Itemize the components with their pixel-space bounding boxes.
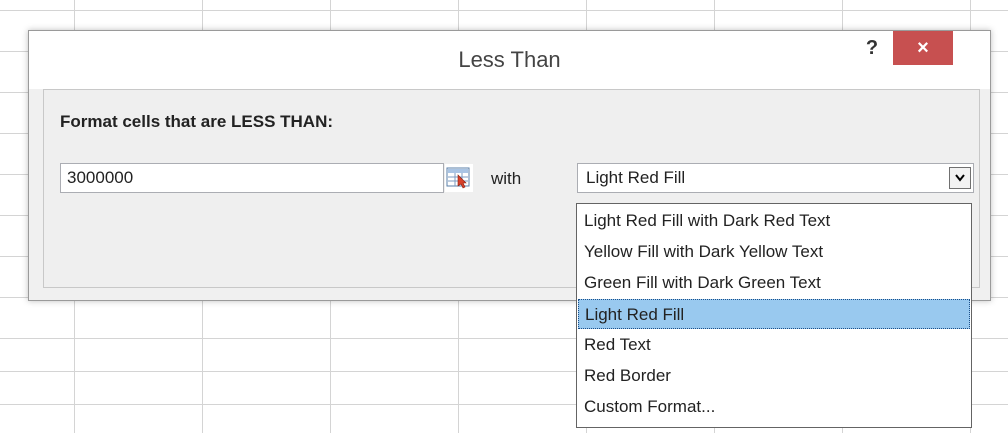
format-selected-value: Light Red Fill (586, 168, 686, 187)
close-button[interactable]: × (893, 31, 953, 65)
rule-prompt-label: Format cells that are LESS THAN: (60, 112, 334, 131)
format-options-dropdown: Light Red Fill with Dark Red Text Yellow… (576, 203, 972, 428)
format-option[interactable]: Yellow Fill with Dark Yellow Text (578, 237, 970, 267)
format-option[interactable]: Light Red Fill with Dark Red Text (578, 206, 970, 236)
help-button[interactable]: ? (861, 37, 883, 63)
collapse-range-button[interactable] (445, 164, 473, 192)
format-option-selected[interactable]: Light Red Fill (578, 299, 970, 329)
chevron-down-icon[interactable] (949, 167, 971, 189)
format-option[interactable]: Red Text (578, 330, 970, 360)
threshold-value-input[interactable]: 3000000 (60, 163, 444, 193)
with-label: with (491, 169, 522, 188)
close-icon: × (917, 37, 929, 59)
dialog-titlebar: Less Than ? × (29, 31, 990, 89)
format-option[interactable]: Red Border (578, 361, 970, 391)
format-style-select[interactable]: Light Red Fill (577, 163, 974, 193)
range-select-icon (446, 167, 470, 189)
dialog-title: Less Than (458, 47, 561, 72)
format-option[interactable]: Custom Format... (578, 392, 970, 422)
format-option[interactable]: Green Fill with Dark Green Text (578, 268, 970, 298)
